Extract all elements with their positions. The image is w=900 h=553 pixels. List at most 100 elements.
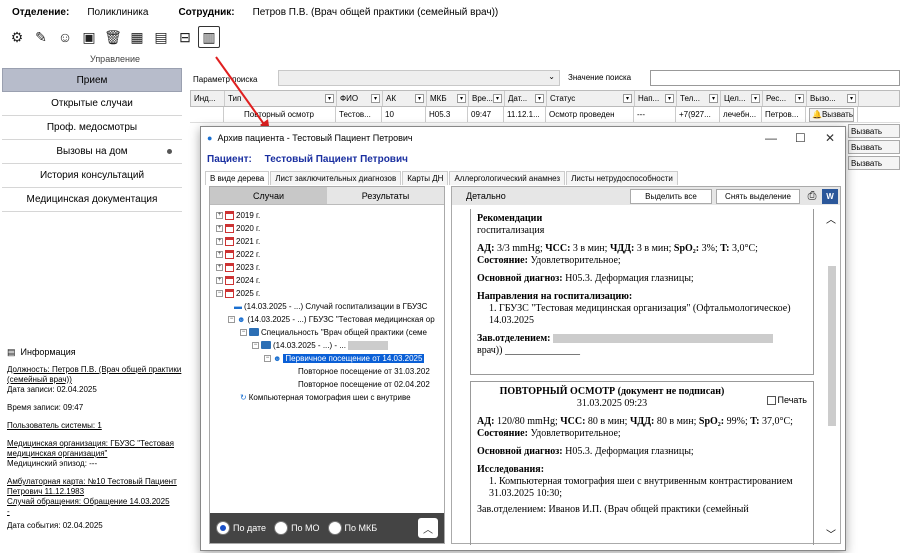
info-org[interactable]: Медицинская организация: ГБУЗС "Тестовая… <box>7 439 174 458</box>
filter-icon[interactable]: ▾ <box>493 94 502 103</box>
nav-item-prof-exams[interactable]: Проф. медосмотры <box>2 116 182 140</box>
tab-dn-cards[interactable]: Карты ДН <box>402 171 449 185</box>
grid-header: Инд... Тип ▾ ФИО ▾ АК ▾ МКБ ▾ Вре... ▾ Дат...… <box>190 90 900 107</box>
filter-icon[interactable]: ▾ <box>751 94 760 103</box>
col-header-mkb[interactable]: МКБ ▾ <box>427 91 469 106</box>
calendar-icon[interactable]: ▦ <box>126 26 148 48</box>
select-all-button[interactable]: Выделить все <box>630 189 712 204</box>
print-checkbox[interactable]: Печать <box>766 394 807 406</box>
col-header-date[interactable]: Дат... ▾ <box>505 91 547 106</box>
archive-icon[interactable]: ⊟ <box>174 26 196 48</box>
tree-node-ct[interactable]: ↻ Компьютерная томография шеи с внутриве <box>240 391 411 403</box>
detail-scrollbar[interactable]: ︿ ﹀ <box>826 211 838 541</box>
filter-icon[interactable]: ▾ <box>415 94 424 103</box>
tree-node-hospital-case[interactable]: ▬ (14.03.2025 - ...) Случай госпитализаци… <box>234 300 427 312</box>
calendar-icon <box>225 262 234 272</box>
chevron-up-icon[interactable]: ︿ <box>418 518 438 538</box>
col-header-call[interactable]: Вызо... ▾ <box>807 91 859 106</box>
tab-results[interactable]: Результаты <box>327 187 444 205</box>
info-case[interactable]: Случай обращения: Обращение 14.03.2025 <box>7 497 170 506</box>
tree-node-2019[interactable]: +2019 г. <box>216 209 260 221</box>
info-sys-user[interactable]: Пользователь системы: 1 <box>7 421 102 430</box>
patient-archive-window: ● Архив пациента - Тестовый Пациент Петр… <box>200 126 846 551</box>
scroll-thumb[interactable] <box>828 266 836 426</box>
nav-item-home-calls[interactable]: Вызовы на дом <box>2 140 182 164</box>
edit-screen-icon[interactable]: ▣ <box>78 26 100 48</box>
nav-item-reception[interactable]: Прием <box>2 68 182 92</box>
tree-node-2024[interactable]: +2024 г. <box>216 274 260 286</box>
tab-final-diagnoses[interactable]: Лист заключительных диагнозов <box>270 171 402 185</box>
tree-node-2021[interactable]: +2021 г. <box>216 235 260 247</box>
scroll-up-icon[interactable]: ︿ <box>826 211 836 226</box>
expand-icon: + <box>216 263 223 271</box>
col-header-ak[interactable]: АК ▾ <box>383 91 427 106</box>
col-header-goal[interactable]: Цел... ▾ <box>721 91 763 106</box>
filter-icon[interactable]: ▾ <box>371 94 380 103</box>
call-button[interactable]: Вызвать <box>848 140 900 154</box>
word-export-icon[interactable]: W <box>822 189 838 204</box>
col-header-fio[interactable]: ФИО ▾ <box>337 91 383 106</box>
col-header-status[interactable]: Статус ▾ <box>547 91 635 106</box>
nav-item-open-cases[interactable]: Открытые случаи <box>2 92 182 116</box>
edit-document-icon[interactable]: ✎ <box>30 26 52 48</box>
table-row[interactable]: Повторный осмотр Тестов... 10 H05.3 09:4… <box>190 107 900 123</box>
search-value-input[interactable] <box>650 70 900 86</box>
top-bar: Отделение: Поликлиника Сотрудник: Петров… <box>0 0 900 25</box>
tree-node-first-visit[interactable]: − ☻ Первичное посещение от 14.03.2025 <box>264 352 425 364</box>
minimize-icon[interactable]: — <box>765 131 777 145</box>
delete-icon[interactable]: 🗑 <box>102 26 124 48</box>
filter-icon[interactable]: ▾ <box>623 94 632 103</box>
bed-icon: ▬ <box>234 301 242 311</box>
info-card[interactable]: Амбулаторная карта: №10 Тестовый Пациент… <box>7 477 177 496</box>
tree-node-repeat-visit-1[interactable]: Повторное посещение от 31.03.202 <box>298 365 430 377</box>
scroll-down-icon[interactable]: ﹀ <box>826 526 836 541</box>
info-position[interactable]: Должность: Петров П.В. (Врач общей практ… <box>7 365 181 384</box>
tree-node-2025[interactable]: −2025 г. <box>216 287 260 299</box>
deselect-button[interactable]: Снять выделение <box>716 189 800 204</box>
sort-by-mo-radio[interactable]: По МО <box>274 521 320 535</box>
calendar-icon <box>225 249 234 259</box>
tab-sick-leaves[interactable]: Листы нетрудоспособности <box>566 171 678 185</box>
filter-icon[interactable]: ▾ <box>709 94 718 103</box>
filter-icon[interactable]: ▾ <box>665 94 674 103</box>
tab-cases[interactable]: Случаи <box>210 187 327 205</box>
patient-archive-icon[interactable]: ▥ <box>198 26 220 48</box>
tree-node-2020[interactable]: +2020 г. <box>216 222 260 234</box>
folder-icon <box>249 328 259 336</box>
nav-item-med-docs[interactable]: Медицинская документация <box>2 188 182 212</box>
maximize-icon[interactable]: ☐ <box>795 131 806 145</box>
col-header-resource[interactable]: Рес... ▾ <box>763 91 807 106</box>
sort-by-mkb-radio[interactable]: По МКБ <box>327 521 377 535</box>
filter-icon[interactable]: ▾ <box>535 94 544 103</box>
close-icon[interactable]: ✕ <box>825 131 835 145</box>
tree-node-2023[interactable]: +2023 г. <box>216 261 260 273</box>
patient-name: Тестовый Пациент Петрович <box>264 154 408 165</box>
tree-node-repeat-visit-2[interactable]: Повторное посещение от 02.04.202 <box>298 378 430 390</box>
patient-settings-icon[interactable]: ⚙ <box>6 26 28 48</box>
tab-tree-view[interactable]: В виде дерева <box>205 171 270 185</box>
nav-item-consult-history[interactable]: История консультаций <box>2 164 182 188</box>
filter-icon[interactable]: ▾ <box>795 94 804 103</box>
cases-tree: +2019 г. +2020 г. +2021 г. +2022 г. +202… <box>214 209 440 507</box>
filter-icon[interactable]: ▾ <box>847 94 856 103</box>
col-header-phone[interactable]: Тел... ▾ <box>677 91 721 106</box>
patients-icon[interactable]: ☺ <box>54 26 76 48</box>
search-param-select[interactable]: ⌄ <box>278 70 560 86</box>
call-button[interactable]: 🔔 Вызвать <box>809 107 854 122</box>
call-button[interactable]: Вызвать <box>848 124 900 138</box>
sort-by-date-radio[interactable]: По дате <box>216 521 266 535</box>
info-event-date: Дата события: 02.04.2025 <box>7 521 103 530</box>
call-button[interactable]: Вызвать <box>848 156 900 170</box>
tree-node-specialty[interactable]: − Специальность "Врач общей практики (сем… <box>240 326 427 338</box>
print-icon[interactable]: ⎙ <box>804 189 820 204</box>
tab-allergy[interactable]: Аллергологический анамнез <box>449 171 566 185</box>
tree-node-outpatient-case[interactable]: − ☻ (14.03.2025 - ...) ГБУЗС "Тестовая мед… <box>228 313 435 325</box>
tree-node-2022[interactable]: +2022 г. <box>216 248 260 260</box>
col-header-direction[interactable]: Нап... ▾ <box>635 91 677 106</box>
add-document-icon[interactable]: ▤ <box>150 26 172 48</box>
filter-icon[interactable]: ▾ <box>325 94 334 103</box>
filter-icon[interactable]: ▾ <box>457 94 466 103</box>
tree-node-episode[interactable]: − (14.03.2025 - ...) - ... <box>252 339 388 351</box>
search-bar: Параметр поиска ⌄ Значение поиска <box>190 70 900 88</box>
col-header-time[interactable]: Вре... ▾ <box>469 91 505 106</box>
